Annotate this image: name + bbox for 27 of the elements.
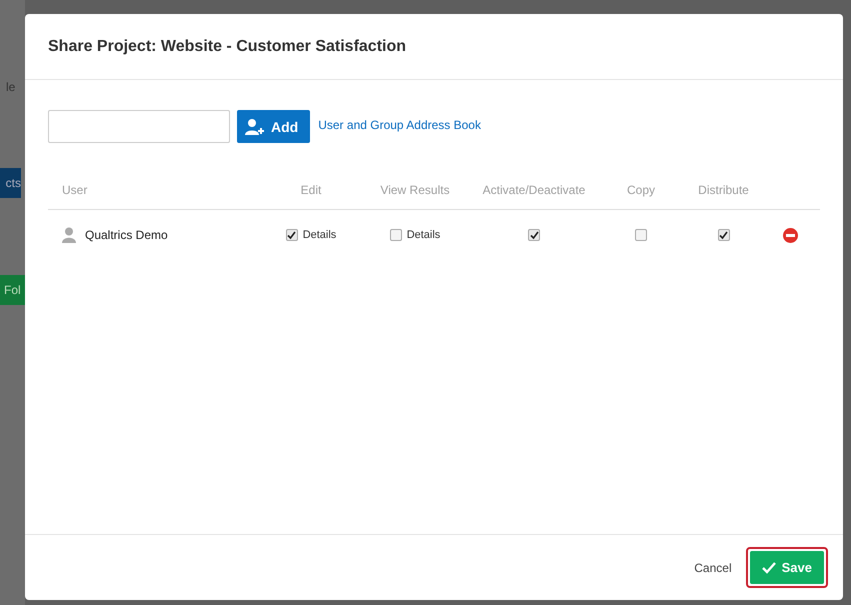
user-icon xyxy=(62,227,76,243)
checkbox[interactable] xyxy=(718,229,730,241)
column-header: View Results xyxy=(379,183,451,197)
check-icon xyxy=(762,562,776,574)
cancel-button[interactable]: Cancel xyxy=(694,560,732,574)
background-text: cts xyxy=(0,168,21,198)
checkbox-label: Details xyxy=(302,229,336,241)
checkbox[interactable] xyxy=(528,229,540,241)
column-header: User xyxy=(61,183,88,197)
background-text: Fol xyxy=(0,275,25,305)
column-header: Activate/Deactivate xyxy=(482,183,586,197)
user-input-field[interactable] xyxy=(48,110,230,143)
save-button[interactable]: Save xyxy=(750,551,824,584)
checkbox-label: Details xyxy=(406,229,440,241)
column-header: Distribute xyxy=(697,183,750,197)
checkbox[interactable] xyxy=(635,229,647,241)
add-user-icon xyxy=(245,118,265,136)
checkbox[interactable] xyxy=(286,229,298,241)
user-name: Qualtrics Demo xyxy=(85,228,168,242)
background-text: le xyxy=(5,79,16,96)
add-button[interactable]: Add xyxy=(237,110,310,143)
remove-icon[interactable] xyxy=(782,228,798,242)
address-book-link[interactable]: User and Group Address Book xyxy=(318,118,481,132)
column-header: Edit xyxy=(300,183,322,197)
checkbox[interactable] xyxy=(390,229,402,241)
dialog-title: Share Project: Website - Customer Satisfaction xyxy=(48,38,406,56)
column-header: Copy xyxy=(626,183,656,197)
